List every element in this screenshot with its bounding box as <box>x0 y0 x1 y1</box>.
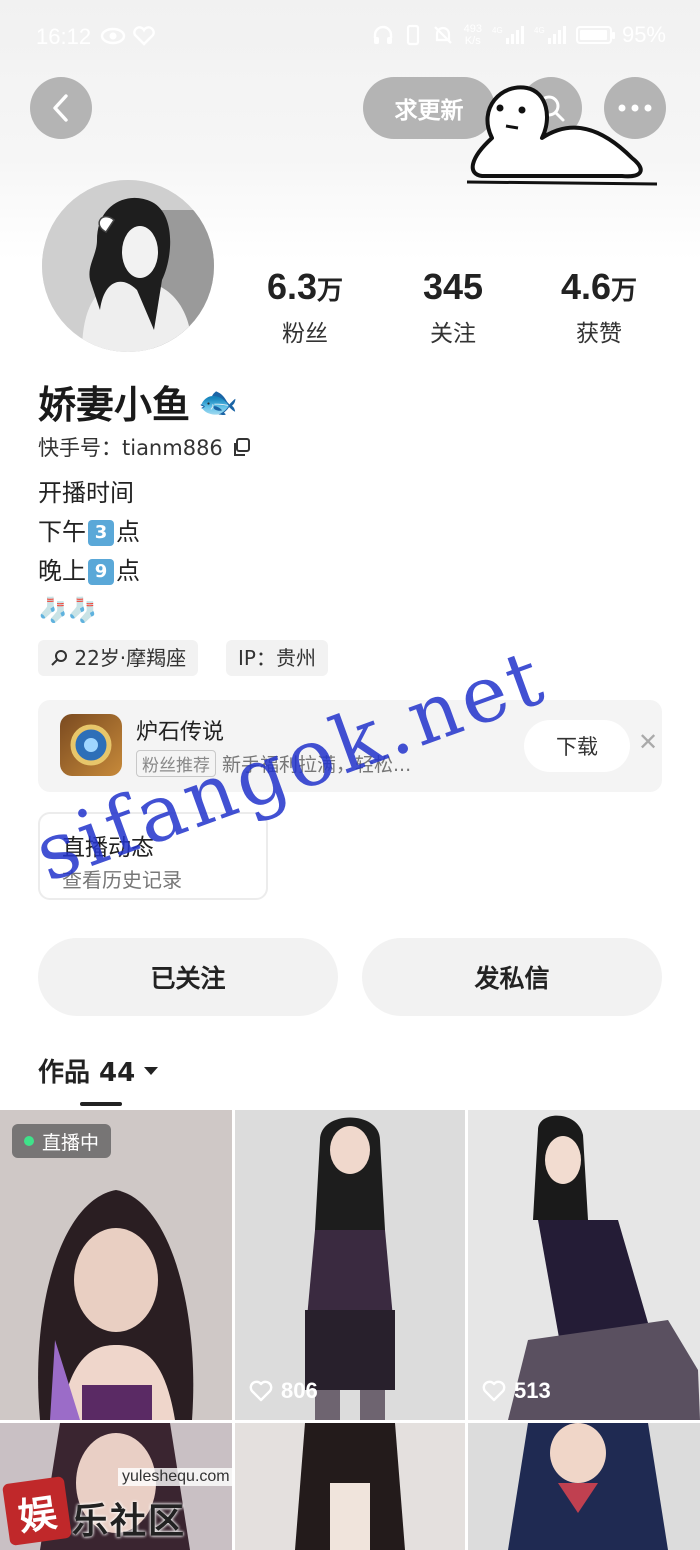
stat-fans[interactable]: 6.3万 粉丝 <box>240 266 370 348</box>
live-badge: 直播中 <box>12 1124 112 1158</box>
status-bar: 16:12 493 K/s 4G 4G 95% <box>0 0 700 74</box>
stat-unit: 万 <box>611 275 638 305</box>
thumbnail-image <box>468 1110 700 1420</box>
download-button[interactable]: 下载 <box>524 720 630 772</box>
like-count: 513 <box>482 1378 551 1404</box>
bio-line: 🧦🧦 <box>38 596 98 624</box>
video-thumbnail[interactable]: 直播中 <box>0 1110 232 1420</box>
following-button[interactable]: 已关注 <box>38 938 338 1016</box>
stat-value: 345 <box>422 266 484 307</box>
close-icon[interactable]: ✕ <box>638 730 658 754</box>
bio: 开播时间 下午 3 点 晚上 9 点 🧦🧦 <box>38 474 140 630</box>
stat-following[interactable]: 345 关注 <box>388 266 518 348</box>
eye-icon <box>100 27 126 45</box>
heart-check-icon <box>133 26 155 46</box>
signal-icon: 4G <box>534 26 566 44</box>
heart-icon <box>249 1380 273 1402</box>
chevron-left-icon <box>53 94 68 122</box>
battery-percent: 95% <box>621 22 666 47</box>
net-speed: 493 K/s <box>463 23 482 47</box>
like-count: 806 <box>249 1378 318 1404</box>
bio-line: 晚上 9 点 <box>38 557 140 585</box>
heart-icon <box>482 1380 506 1402</box>
works-tab[interactable]: 作品 44 <box>38 1052 159 1089</box>
avatar[interactable] <box>42 180 214 352</box>
video-thumbnail[interactable]: 513 <box>468 1110 700 1420</box>
promo-title: 炉石传说 <box>136 720 225 745</box>
video-thumbnail[interactable] <box>468 1423 700 1550</box>
promo-desc: 新手福利拉满，轻松... <box>222 754 412 776</box>
keycap-9: 9 <box>88 559 114 585</box>
stat-unit: 万 <box>317 275 344 305</box>
works-tab-indicator <box>80 1102 122 1106</box>
gender-female-icon <box>51 650 67 666</box>
profile-name: 娇妻小鱼 🐟 <box>38 374 238 429</box>
promo-badge: 粉丝推荐 <box>136 750 216 777</box>
stat-value: 6.3 <box>266 266 318 307</box>
mute-bell-icon <box>433 26 452 44</box>
battery-icon <box>575 26 615 44</box>
live-history-title: 直播动态 <box>62 835 154 861</box>
corner-url: yuleshequ.com <box>118 1468 234 1486</box>
live-history-subtitle: 查看历史记录 <box>62 868 182 892</box>
fish-emoji: 🐟 <box>198 382 238 421</box>
kuaishou-id-text: 快手号：tianm886 <box>38 436 223 460</box>
signal-icon: 4G <box>492 26 524 44</box>
corner-brand: 乐社区 <box>72 1501 187 1542</box>
copy-icon[interactable] <box>231 437 251 457</box>
avatar-illustration <box>42 180 214 352</box>
stat-label: 粉丝 <box>282 321 328 347</box>
vibrate-icon <box>406 24 419 46</box>
corner-watermark: yuleshequ.com 娱 乐社区 <box>0 1466 240 1550</box>
live-history-card[interactable]: 直播动态 查看历史记录 <box>38 812 268 900</box>
message-button[interactable]: 发私信 <box>362 938 662 1016</box>
corner-mark: 娱 <box>1 1475 73 1547</box>
stat-value: 4.6 <box>560 266 612 307</box>
kuaishou-id: 快手号：tianm886 <box>38 432 251 462</box>
back-button[interactable] <box>30 77 92 139</box>
keycap-3: 3 <box>88 520 114 546</box>
stat-likes[interactable]: 4.6万 获赞 <box>534 266 664 348</box>
video-thumbnail[interactable]: 806 <box>235 1110 465 1420</box>
works-label: 作品 44 <box>38 1058 136 1088</box>
signal-label: 4G <box>534 26 545 35</box>
thumbnail-image <box>235 1423 465 1550</box>
battery-level <box>579 30 607 40</box>
hearthstone-game-icon <box>60 714 122 776</box>
bio-line: 开播时间 <box>38 479 134 507</box>
promo-card[interactable]: 炉石传说 粉丝推荐 新手福利拉满，轻松... 下载 ✕ <box>38 700 662 792</box>
thumbnail-image <box>468 1423 700 1550</box>
tag-ip: IP：贵州 <box>226 640 328 676</box>
stat-label: 获赞 <box>576 321 622 347</box>
live-dot <box>24 1136 34 1146</box>
doodle-sticker <box>466 85 658 186</box>
video-thumbnail[interactable] <box>235 1423 465 1550</box>
bio-line: 下午 3 点 <box>38 518 140 546</box>
status-time: 16:12 <box>36 24 92 49</box>
headphones-icon <box>373 25 392 44</box>
signal-label: 4G <box>492 26 503 35</box>
caret-down-icon <box>144 1066 159 1075</box>
tag-age: 22岁·摩羯座 <box>38 640 199 676</box>
stat-label: 关注 <box>430 321 476 347</box>
profile-name-text: 娇妻小鱼 <box>38 383 191 427</box>
thumbnail-image <box>235 1110 465 1420</box>
